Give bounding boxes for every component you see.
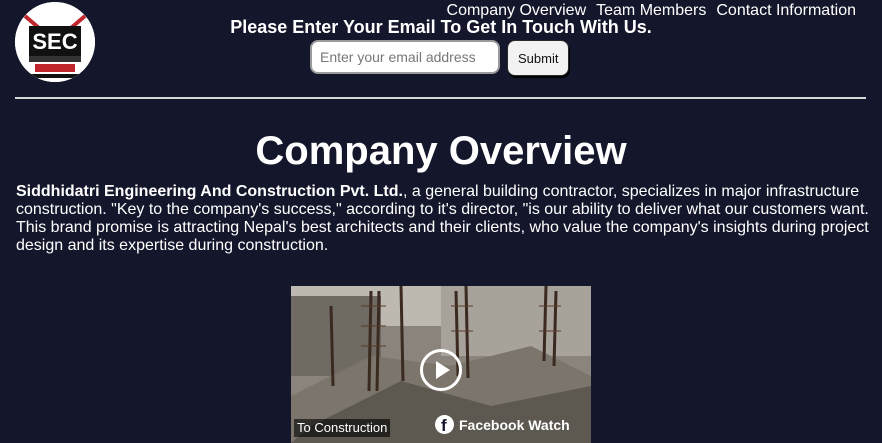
email-input[interactable] bbox=[310, 40, 500, 74]
video-caption: To Construction bbox=[294, 419, 391, 437]
play-icon[interactable] bbox=[420, 349, 462, 391]
contact-heading: Please Enter Your Email To Get In Touch … bbox=[230, 17, 652, 37]
company-logo[interactable]: SEC bbox=[15, 2, 95, 82]
logo-icon: SEC bbox=[15, 2, 95, 82]
contact-form: Submit bbox=[310, 40, 570, 76]
submit-button[interactable]: Submit bbox=[507, 40, 570, 76]
company-name: Siddhidatri Engineering And Construction… bbox=[16, 183, 403, 200]
video-player[interactable]: To Construction Facebook Watch bbox=[291, 286, 591, 443]
facebook-icon bbox=[435, 415, 454, 436]
facebook-watch-label: Facebook Watch bbox=[459, 416, 570, 433]
header-divider bbox=[15, 97, 866, 99]
page: SEC Company Overview Team Members Contac… bbox=[0, 0, 882, 443]
overview-paragraph: Siddhidatri Engineering And Construction… bbox=[16, 183, 870, 255]
facebook-watch-link[interactable]: Facebook Watch bbox=[435, 415, 570, 436]
page-title: Company Overview bbox=[255, 129, 627, 173]
